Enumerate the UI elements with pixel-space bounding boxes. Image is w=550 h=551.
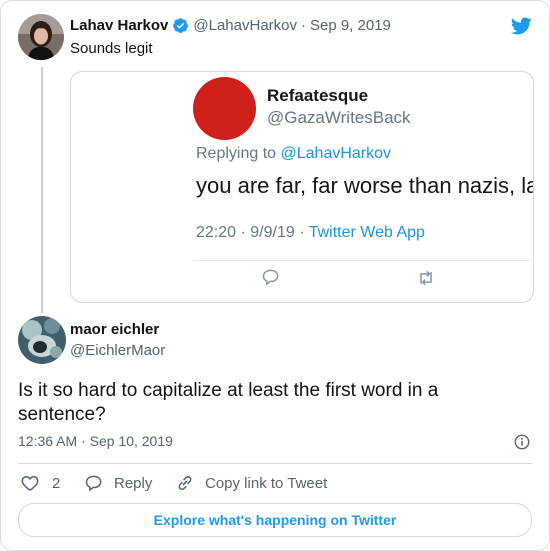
actions-divider [18, 463, 532, 464]
reply-tweet-text: Is it so hard to capitalize at least the… [18, 380, 439, 425]
reply-timestamp: 12:36 AM · Sep 10, 2019 [18, 433, 173, 449]
replying-to-handle: @LahavHarkov [280, 145, 392, 162]
tweet-date[interactable]: Sep 9, 2019 [310, 17, 391, 34]
copy-link-label: Copy link to Tweet [205, 474, 328, 492]
embed-app: Twitter Web App [308, 224, 425, 241]
parent-tweet-header: Lahav Harkov @LahavHarkov · Sep 9, 2019 [70, 17, 391, 34]
tweet-embed-card: Lahav Harkov @LahavHarkov · Sep 9, 2019 … [0, 0, 550, 551]
parent-tweet-text: Sounds legit [70, 40, 153, 57]
reply-icon [85, 475, 102, 492]
embed-sep-2: · [299, 224, 305, 241]
embed-date: 9/9/19 [250, 224, 295, 241]
info-icon[interactable] [513, 433, 531, 451]
twitter-bird-icon[interactable] [509, 15, 533, 37]
reply-date[interactable]: Sep 10, 2019 [90, 433, 173, 449]
embed-sep-1: · [240, 224, 246, 241]
explore-twitter-button[interactable]: Explore what's happening on Twitter [18, 503, 532, 537]
reply-author-name[interactable]: maor eichler [70, 321, 159, 338]
reply-label: Reply [114, 474, 153, 492]
embed-meta-line: 22:20 · 9/9/19 · Twitter Web App [196, 224, 425, 242]
reply-author-handle[interactable]: @EichlerMaor [70, 342, 165, 359]
embed-replying-line: Replying to @LahavHarkov [196, 145, 391, 163]
heart-icon [21, 475, 39, 491]
verified-badge-icon [173, 18, 189, 33]
embed-time: 22:20 [196, 224, 237, 241]
embed-author-name: Refaatesque [267, 86, 369, 105]
author-handle[interactable]: @LahavHarkov [193, 17, 297, 34]
embed-tweet-text: you are far, far worse than nazis, laha [196, 173, 534, 198]
link-icon [178, 476, 192, 490]
reply-action[interactable]: Reply [84, 473, 152, 493]
reply-time[interactable]: 12:36 AM [18, 433, 77, 449]
explore-label: Explore what's happening on Twitter [153, 512, 397, 528]
retweet-icon [420, 270, 432, 286]
maor-avatar[interactable] [18, 316, 66, 364]
reply-separator: · [81, 433, 86, 449]
embedded-screenshot[interactable]: Refaatesque @GazaWritesBack Replying to … [70, 71, 534, 303]
embed-author-block: Refaatesque @GazaWritesBack [267, 86, 411, 128]
like-action[interactable]: 2 [20, 473, 60, 493]
author-name[interactable]: Lahav Harkov [70, 17, 168, 34]
lahav-avatar[interactable] [18, 14, 64, 60]
like-count: 2 [52, 474, 61, 492]
thread-connector-line [41, 67, 43, 313]
separator-dot: · [301, 17, 306, 34]
embed-divider [193, 260, 533, 261]
copy-link-action[interactable]: Copy link to Tweet [175, 473, 327, 493]
replying-prefix: Replying to [196, 145, 277, 162]
reply-icon [262, 269, 279, 286]
refaatesque-avatar [193, 77, 256, 140]
embed-author-handle: @GazaWritesBack [267, 108, 411, 127]
